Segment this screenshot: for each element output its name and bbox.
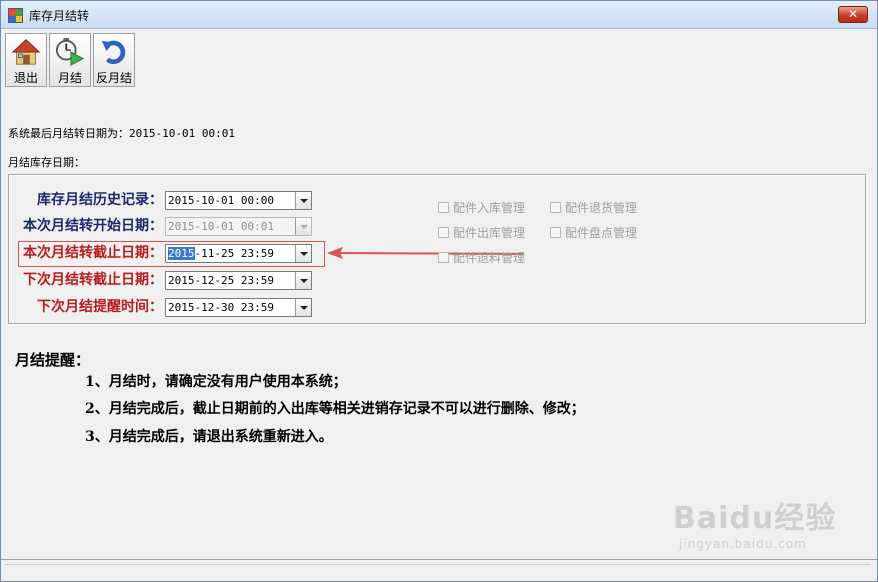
- end-date-selected-year: 2015: [168, 247, 195, 260]
- home-icon: [11, 39, 41, 65]
- chevron-down-icon[interactable]: [295, 272, 311, 289]
- last-close-value: 2015-10-01 00:01: [129, 127, 235, 140]
- reminder-item-3: 3、月结完成后，请退出系统重新进入。: [85, 429, 333, 445]
- last-close-label: 系统最后月结转日期为：: [8, 127, 129, 140]
- history-row: 库存月结历史记录：: [11, 190, 163, 210]
- next-end-date-value: 2015-12-25 23:59: [168, 274, 274, 287]
- checkbox-outbound: 配件出库管理: [438, 224, 525, 241]
- reverse-close-month-button[interactable]: 反月结: [93, 33, 135, 87]
- end-row: 本次月结转截止日期：: [11, 243, 163, 263]
- reminder-time-label: 下次月结提醒时间：: [37, 299, 163, 315]
- next-end-label: 下次月结转截止日期：: [23, 272, 163, 288]
- reminder-time-value: 2015-12-30 23:59: [168, 301, 274, 314]
- history-label: 库存月结历史记录：: [37, 192, 163, 208]
- reminder-item-2: 2、月结完成后，截止日期前的入出库等相关进销存记录不可以进行删除、修改；: [85, 401, 585, 417]
- end-label: 本次月结转截止日期：: [23, 245, 163, 261]
- start-label: 本次月结转开始日期：: [23, 218, 163, 234]
- baidu-watermark: Baidu经验 jingyan.baidu.com: [673, 493, 863, 563]
- end-date-dropdown[interactable]: 2015-11-25 23:59: [165, 244, 312, 263]
- watermark-url: jingyan.baidu.com: [679, 537, 807, 551]
- reverse-close-label: 反月结: [95, 71, 132, 85]
- chevron-down-icon[interactable]: [295, 192, 311, 209]
- status-pane: [5, 564, 871, 578]
- close-month-button[interactable]: 月结: [49, 33, 91, 87]
- checkbox-inbound: 配件入库管理: [438, 199, 525, 216]
- title-bar: 库存月结转 ✕: [1, 1, 877, 29]
- watermark-logo: Baidu经验: [673, 501, 837, 536]
- close-month-label: 月结: [57, 71, 82, 85]
- window-title: 库存月结转: [29, 9, 90, 23]
- exit-label: 退出: [13, 71, 38, 85]
- reminder-time-row: 下次月结提醒时间：: [11, 297, 163, 317]
- last-close-date: 系统最后月结转日期为：2015-10-01 00:01: [8, 125, 235, 141]
- start-row: 本次月结转开始日期：: [11, 216, 163, 236]
- undo-arrow-icon: [101, 40, 126, 65]
- start-date-dropdown: 2015-10-01 00:01: [165, 217, 312, 236]
- end-date-value-rest: -11-25 23:59: [194, 247, 274, 260]
- group-caption: 月结库存日期：: [8, 156, 85, 169]
- stopwatch-play-icon: [55, 37, 85, 66]
- chevron-down-icon: [295, 218, 311, 235]
- reminder-title: 月结提醒：: [15, 351, 91, 369]
- next-end-row: 下次月结转截止日期：: [11, 270, 163, 290]
- checkbox-inventory: 配件盘点管理: [550, 224, 637, 241]
- toolbar: 退出 月结 反月结: [5, 33, 135, 89]
- checkbox-return-material: 配件退料管理: [438, 249, 525, 266]
- start-date-value: 2015-10-01 00:01: [168, 220, 274, 233]
- month-end-window: 库存月结转 ✕ 退出 月结 反月结 系统最后月结转日期为：2015-10-01 …: [0, 0, 878, 582]
- exit-button[interactable]: 退出: [5, 33, 47, 87]
- reminder-time-dropdown[interactable]: 2015-12-30 23:59: [165, 298, 312, 317]
- chevron-down-icon[interactable]: [295, 299, 311, 316]
- history-date-value: 2015-10-01 00:00: [168, 194, 274, 207]
- app-icon: [8, 8, 23, 23]
- chevron-down-icon[interactable]: [295, 245, 311, 262]
- reminder-item-1: 1、月结时，请确定没有用户使用本系统；: [85, 374, 347, 390]
- status-bar: [1, 559, 877, 581]
- checkbox-return-goods: 配件退货管理: [550, 199, 637, 216]
- next-end-date-dropdown[interactable]: 2015-12-25 23:59: [165, 271, 312, 290]
- close-window-button[interactable]: ✕: [838, 6, 868, 23]
- history-date-dropdown[interactable]: 2015-10-01 00:00: [165, 191, 312, 210]
